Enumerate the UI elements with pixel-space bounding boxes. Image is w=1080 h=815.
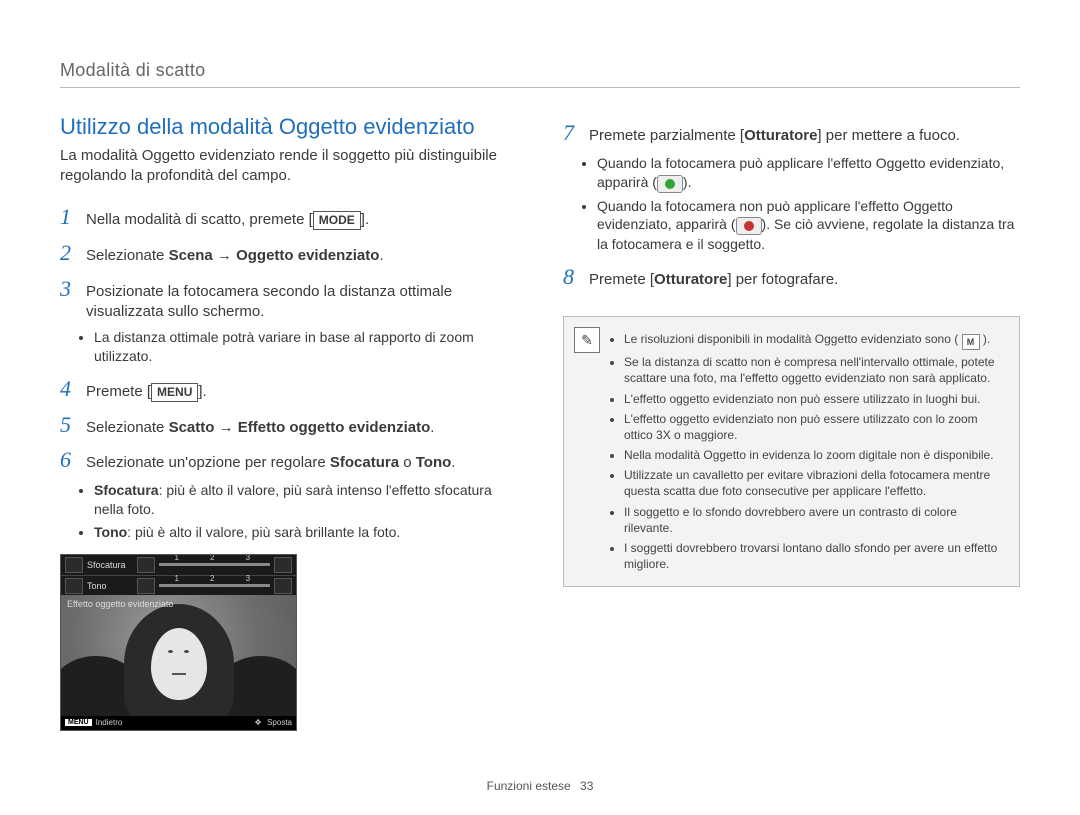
- blur-preset-icon: [137, 557, 155, 573]
- columns: Utilizzo della modalità Oggetto evidenzi…: [60, 112, 1020, 731]
- menu-key-icon: MENU: [65, 719, 92, 726]
- list-item: Nella modalità Oggetto in evidenza lo zo…: [624, 447, 1007, 463]
- list-item: Quando la fotocamera non può applicare l…: [597, 197, 1020, 255]
- menu-key: MENU: [151, 383, 198, 402]
- list-item: L'effetto oggetto evidenziato non può es…: [624, 391, 1007, 407]
- step-number: 5: [60, 410, 78, 440]
- tone-preset-icon: [137, 578, 155, 594]
- focus-ok-icon: [657, 175, 683, 193]
- page: Modalità di scatto Utilizzo della modali…: [0, 0, 1080, 815]
- section-intro: La modalità Oggetto evidenziato rende il…: [60, 146, 517, 187]
- cam-footer-back: Indietro: [96, 718, 123, 727]
- list-item: L'effetto oggetto evidenziato non può es…: [624, 411, 1007, 443]
- cam-row-label: Tono: [87, 581, 133, 591]
- step-4: 4 Premete [MENU].: [60, 374, 517, 404]
- list-item: Se la distanza di scatto non è compresa …: [624, 354, 1007, 386]
- list-item: Quando la fotocamera può applicare l'eff…: [597, 154, 1020, 193]
- steps-right-2: 8 Premete [Otturatore] per fotografare.: [563, 262, 1020, 292]
- right-column: 7 Premete parzialmente [Otturatore] per …: [563, 112, 1020, 731]
- note-icon: ✎: [574, 327, 600, 353]
- footer-section: Funzioni estese: [487, 779, 571, 793]
- cam-row-tone: Tono 1 2 3: [61, 576, 296, 597]
- step-text: Premete [MENU].: [86, 382, 517, 402]
- step-number: 2: [60, 238, 78, 268]
- resolution-m-icon: M: [962, 334, 980, 350]
- step-2: 2 Selezionate Scena → Oggetto evidenziat…: [60, 238, 517, 268]
- steps-left: 1 Nella modalità di scatto, premete [MOD…: [60, 202, 517, 322]
- blur-scale: 1 2 3: [159, 563, 270, 566]
- page-header: Modalità di scatto: [60, 60, 1020, 81]
- cam-image: [61, 595, 296, 716]
- footer-page-number: 33: [580, 779, 593, 793]
- step-6: 6 Selezionate un'opzione per regolare Sf…: [60, 445, 517, 475]
- cam-row-blur: Sfocatura 1 2 3: [61, 555, 296, 576]
- step-text: Selezionate Scatto → Effetto oggetto evi…: [86, 418, 517, 438]
- step-8: 8 Premete [Otturatore] per fotografare.: [563, 262, 1020, 292]
- tone-preset-icon: [274, 578, 292, 594]
- section-title: Utilizzo della modalità Oggetto evidenzi…: [60, 112, 517, 142]
- left-column: Utilizzo della modalità Oggetto evidenzi…: [60, 112, 517, 731]
- tone-scale: 1 2 3: [159, 584, 270, 587]
- note-box: ✎ Le risoluzioni disponibili in modalità…: [563, 316, 1020, 587]
- list-item: Le risoluzioni disponibili in modalità O…: [624, 331, 1007, 350]
- list-item: La distanza ottimale potrà variare in ba…: [94, 328, 517, 366]
- step-text: Nella modalità di scatto, premete [MODE]…: [86, 210, 517, 230]
- focus-fail-icon: [736, 217, 762, 235]
- step-7: 7 Premete parzialmente [Otturatore] per …: [563, 118, 1020, 148]
- step-number: 7: [563, 118, 581, 148]
- step-text: Premete [Otturatore] per fotografare.: [589, 270, 1020, 290]
- tone-icon: [65, 578, 83, 594]
- mode-key: MODE: [313, 211, 361, 230]
- step-text: Selezionate un'opzione per regolare Sfoc…: [86, 453, 517, 473]
- step-3: 3 Posizionate la fotocamera secondo la d…: [60, 274, 517, 323]
- nav-icon: ✥: [253, 718, 263, 728]
- step-7-bullets: Quando la fotocamera può applicare l'eff…: [563, 154, 1020, 255]
- step-3-bullets: La distanza ottimale potrà variare in ba…: [60, 328, 517, 366]
- step-text: Posizionate la fotocamera secondo la dis…: [86, 282, 517, 323]
- list-item: Il soggetto e lo sfondo dovrebbero avere…: [624, 504, 1007, 536]
- step-text: Selezionate Scena → Oggetto evidenziato.: [86, 246, 517, 266]
- steps-left-2: 4 Premete [MENU]. 5 Selezionate Scatto →…: [60, 374, 517, 475]
- header-divider: [60, 87, 1020, 88]
- cam-overlay-title: Effetto oggetto evidenziato: [61, 597, 296, 609]
- step-number: 1: [60, 202, 78, 232]
- list-item: I soggetti dovrebbero trovarsi lontano d…: [624, 540, 1007, 572]
- blur-preset-icon: [274, 557, 292, 573]
- steps-right: 7 Premete parzialmente [Otturatore] per …: [563, 118, 1020, 148]
- list-item: Sfocatura: più è alto il valore, più sar…: [94, 481, 517, 519]
- page-footer: Funzioni estese 33: [0, 779, 1080, 793]
- blur-icon: [65, 557, 83, 573]
- list-item: Tono: più è alto il valore, più sarà bri…: [94, 523, 517, 542]
- step-5: 5 Selezionate Scatto → Effetto oggetto e…: [60, 410, 517, 440]
- camera-preview: Sfocatura 1 2 3 Tono: [60, 554, 297, 731]
- step-number: 3: [60, 274, 78, 304]
- step-6-bullets: Sfocatura: più è alto il valore, più sar…: [60, 481, 517, 542]
- cam-footer-move: Sposta: [267, 718, 292, 727]
- step-text: Premete parzialmente [Otturatore] per me…: [589, 126, 1020, 146]
- note-list: Le risoluzioni disponibili in modalità O…: [610, 331, 1007, 572]
- cam-row-label: Sfocatura: [87, 560, 133, 570]
- step-number: 4: [60, 374, 78, 404]
- list-item: Utilizzate un cavalletto per evitare vib…: [624, 467, 1007, 499]
- cam-footer: MENU Indietro ✥ Sposta: [61, 716, 296, 730]
- step-number: 8: [563, 262, 581, 292]
- step-1: 1 Nella modalità di scatto, premete [MOD…: [60, 202, 517, 232]
- step-number: 6: [60, 445, 78, 475]
